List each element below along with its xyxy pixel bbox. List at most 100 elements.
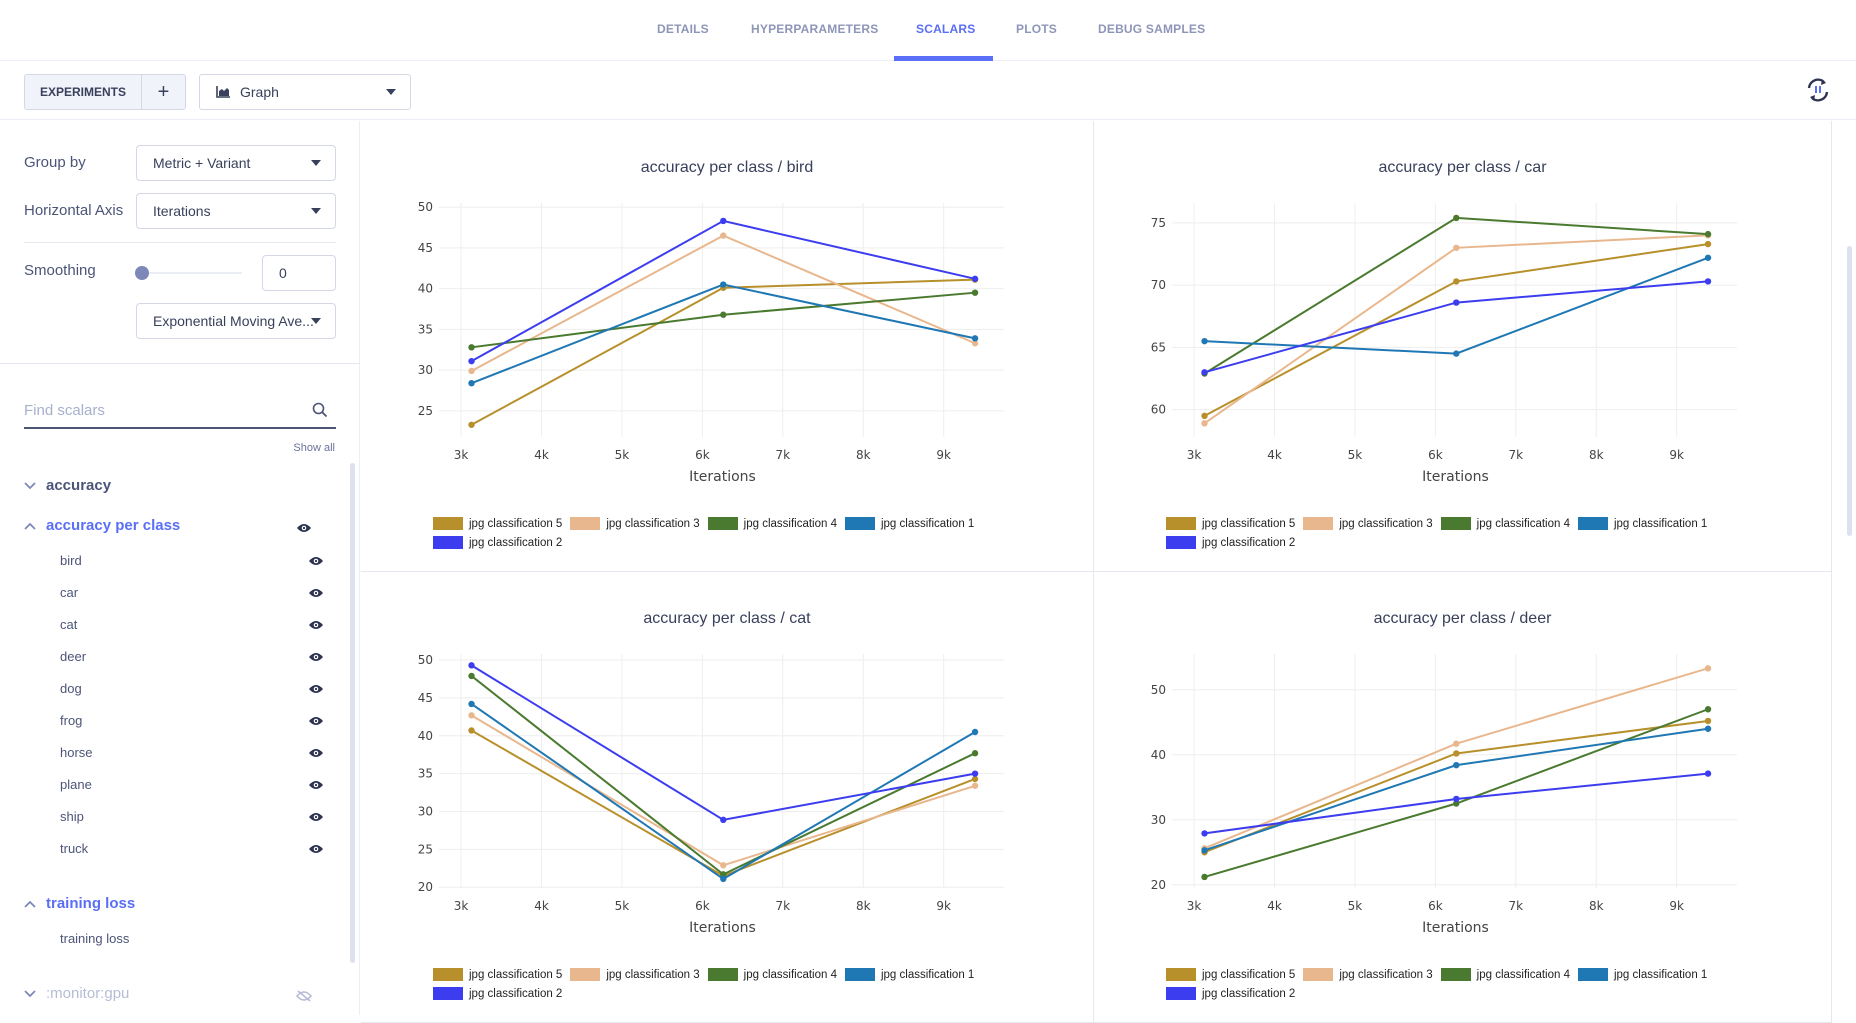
line-chart[interactable]: 3k 4k 5k 6k 7k 8k 9k 20 30 40 50 Iterations	[1094, 572, 1832, 962]
data-point[interactable]	[1453, 278, 1460, 285]
data-point[interactable]	[1453, 350, 1460, 357]
tab-hyperparameters[interactable]: HYPERPARAMETERS	[751, 22, 878, 36]
scalar-variant[interactable]: horse	[60, 745, 324, 760]
tab-details[interactable]: DETAILS	[657, 22, 709, 36]
data-point[interactable]	[468, 712, 475, 719]
charts-scrollbar[interactable]	[1847, 246, 1852, 536]
eye-icon[interactable]	[308, 811, 324, 823]
chart-panel[interactable]: accuracy per class / cat 3k 4k 5k 6k 7k 8k 9k 20…	[361, 572, 1094, 1023]
data-point[interactable]	[971, 770, 979, 777]
legend-item[interactable]: jpg classification 4	[707, 515, 837, 532]
data-point[interactable]	[1201, 873, 1208, 881]
series-line[interactable]	[470, 664, 976, 821]
smoothing-slider-handle[interactable]	[135, 266, 149, 280]
data-point[interactable]	[468, 700, 475, 708]
data-point[interactable]	[971, 782, 979, 789]
data-point[interactable]	[1704, 665, 1712, 672]
scalars-scrollbar[interactable]	[350, 463, 355, 963]
data-point[interactable]	[720, 232, 727, 239]
legend-item[interactable]: jpg classification 1	[844, 515, 974, 532]
data-point[interactable]	[1201, 847, 1208, 854]
show-all-link[interactable]: Show all	[293, 442, 335, 454]
data-point[interactable]	[1704, 240, 1712, 248]
scalar-variant[interactable]: truck	[60, 841, 324, 856]
eye-icon[interactable]	[308, 587, 324, 599]
eye-icon[interactable]	[308, 651, 324, 663]
chevron-up-icon[interactable]	[24, 900, 46, 908]
legend-item[interactable]: jpg classification 5	[1166, 515, 1295, 532]
eye-off-icon[interactable]	[295, 989, 313, 1002]
eye-icon[interactable]	[308, 683, 324, 695]
legend-item[interactable]: jpg classification 1	[1577, 966, 1707, 983]
add-experiment-button[interactable]: +	[142, 75, 185, 109]
horizontal-axis-select[interactable]: Iterations	[136, 193, 336, 229]
chart-panel[interactable]: accuracy per class / car 3k 4k 5k 6k 7k 8k 9k 60…	[1094, 121, 1832, 572]
data-point[interactable]	[1704, 278, 1712, 285]
chevron-down-icon[interactable]	[24, 989, 46, 998]
scalar-variant[interactable]: training loss	[60, 931, 324, 946]
data-point[interactable]	[720, 862, 727, 869]
scalar-variant[interactable]: bird	[60, 553, 324, 568]
line-chart[interactable]: 3k 4k 5k 6k 7k 8k 9k 20 25 30 35 40 45 50 Iterations	[361, 572, 1094, 962]
scalar-group[interactable]: accuracy	[24, 477, 324, 494]
legend-item[interactable]: jpg classification 3	[570, 515, 700, 532]
legend-item[interactable]: jpg classification 1	[844, 966, 974, 983]
series-line[interactable]	[1204, 727, 1709, 852]
tab-plots[interactable]: PLOTS	[1016, 22, 1057, 36]
data-point[interactable]	[720, 281, 727, 288]
line-chart[interactable]: 3k 4k 5k 6k 7k 8k 9k 25 30 35 40 45 50 Iterations	[361, 121, 1094, 511]
data-point[interactable]	[1704, 717, 1712, 725]
data-point[interactable]	[1453, 750, 1460, 757]
eye-icon[interactable]	[308, 843, 324, 855]
eye-icon[interactable]	[308, 747, 324, 759]
data-point[interactable]	[720, 311, 727, 318]
series-line[interactable]	[1204, 667, 1709, 850]
series-line[interactable]	[471, 219, 976, 363]
data-point[interactable]	[971, 750, 979, 757]
scalar-group[interactable]: training loss	[24, 895, 324, 912]
data-point[interactable]	[468, 379, 475, 387]
data-point[interactable]	[1704, 230, 1712, 238]
eye-icon[interactable]	[308, 619, 324, 631]
data-point[interactable]	[468, 727, 475, 734]
auto-refresh-pause-icon[interactable]	[1804, 76, 1832, 104]
data-point[interactable]	[468, 662, 475, 669]
series-line[interactable]	[1204, 708, 1709, 878]
data-point[interactable]	[468, 344, 475, 351]
data-point[interactable]	[720, 875, 727, 883]
legend-item[interactable]: jpg classification 4	[1440, 966, 1570, 983]
chart-panel[interactable]: accuracy per class / deer 3k 4k 5k 6k 7k 8k 9k 2…	[1094, 572, 1832, 1023]
data-point[interactable]	[1704, 254, 1712, 261]
series-line[interactable]	[471, 729, 976, 877]
find-scalars-input[interactable]: Find scalars	[24, 393, 336, 429]
experiments-button[interactable]: EXPERIMENTS	[25, 75, 142, 109]
eye-icon[interactable]	[296, 521, 312, 533]
data-point[interactable]	[971, 335, 979, 342]
tab-debug-samples[interactable]: DEBUG SAMPLES	[1098, 22, 1205, 36]
view-mode-select[interactable]: Graph	[199, 74, 411, 110]
scalar-variant[interactable]: plane	[60, 777, 324, 792]
scalar-group[interactable]: accuracy per class	[24, 517, 324, 534]
data-point[interactable]	[468, 672, 475, 680]
legend-item[interactable]: jpg classification 2	[1166, 534, 1295, 551]
legend-item[interactable]: jpg classification 5	[1166, 966, 1295, 983]
data-point[interactable]	[971, 289, 979, 296]
data-point[interactable]	[1704, 725, 1712, 732]
series-line[interactable]	[470, 703, 976, 881]
data-point[interactable]	[971, 275, 979, 283]
legend-item[interactable]: jpg classification 2	[1166, 985, 1295, 1002]
scalar-variant[interactable]: deer	[60, 649, 324, 664]
data-point[interactable]	[971, 728, 979, 736]
series-line[interactable]	[1203, 216, 1709, 375]
eye-icon[interactable]	[308, 555, 324, 567]
series-line[interactable]	[471, 278, 976, 426]
scalar-variant[interactable]: ship	[60, 809, 324, 824]
legend-item[interactable]: jpg classification 1	[1577, 515, 1707, 532]
data-point[interactable]	[1453, 299, 1460, 306]
data-point[interactable]	[1453, 761, 1460, 769]
legend-item[interactable]: jpg classification 4	[707, 966, 837, 983]
data-point[interactable]	[468, 367, 475, 375]
scalar-variant[interactable]: frog	[60, 713, 324, 728]
chart-panel[interactable]: accuracy per class / bird 3k 4k 5k 6k 7k 8k 9k 2…	[361, 121, 1094, 572]
series-line[interactable]	[1203, 234, 1709, 425]
